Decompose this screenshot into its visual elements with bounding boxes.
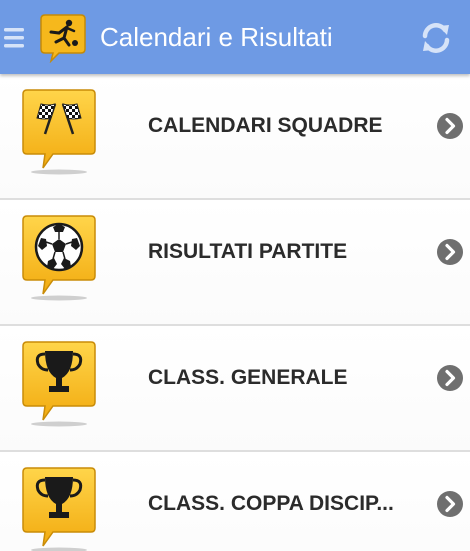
menu-list: CALENDARI SQUADRE RISULTATI PARTITE CLAS… xyxy=(0,74,470,551)
chevron-right-circle-icon xyxy=(437,113,463,139)
menu-item-class-coppa-disciplina[interactable]: CLASS. COPPA DISCIP... xyxy=(0,452,470,551)
page-title: Calendari e Risultati xyxy=(100,22,333,52)
soccer-player-icon xyxy=(40,14,86,63)
menu-item-label: CLASS. GENERALE xyxy=(148,366,348,389)
app-screen: Calendari e Risultati CALENDARI SQUADRE … xyxy=(0,0,470,551)
app-bar: Calendari e Risultati xyxy=(0,0,470,74)
chevron-right-circle-icon xyxy=(437,491,463,517)
refresh-icon xyxy=(422,23,450,53)
menu-item-calendari-squadre[interactable]: CALENDARI SQUADRE xyxy=(0,74,470,200)
chevron-right-circle-icon xyxy=(437,365,463,391)
refresh-button[interactable] xyxy=(414,16,458,60)
menu-item-label: CALENDARI SQUADRE xyxy=(148,114,383,137)
hamburger-menu-icon xyxy=(4,28,24,48)
menu-item-label: RISULTATI PARTITE xyxy=(148,240,348,263)
chevron-right-circle-icon xyxy=(437,239,463,265)
menu-button[interactable] xyxy=(0,18,30,58)
trophy-icon xyxy=(22,341,96,427)
menu-item-label: CLASS. COPPA DISCIP... xyxy=(148,492,394,515)
checkered-flags-icon xyxy=(22,89,96,175)
trophy-icon xyxy=(22,467,96,551)
soccer-ball-icon xyxy=(22,215,96,301)
menu-item-risultati-partite[interactable]: RISULTATI PARTITE xyxy=(0,200,470,326)
menu-item-class-generale[interactable]: CLASS. GENERALE xyxy=(0,326,470,452)
